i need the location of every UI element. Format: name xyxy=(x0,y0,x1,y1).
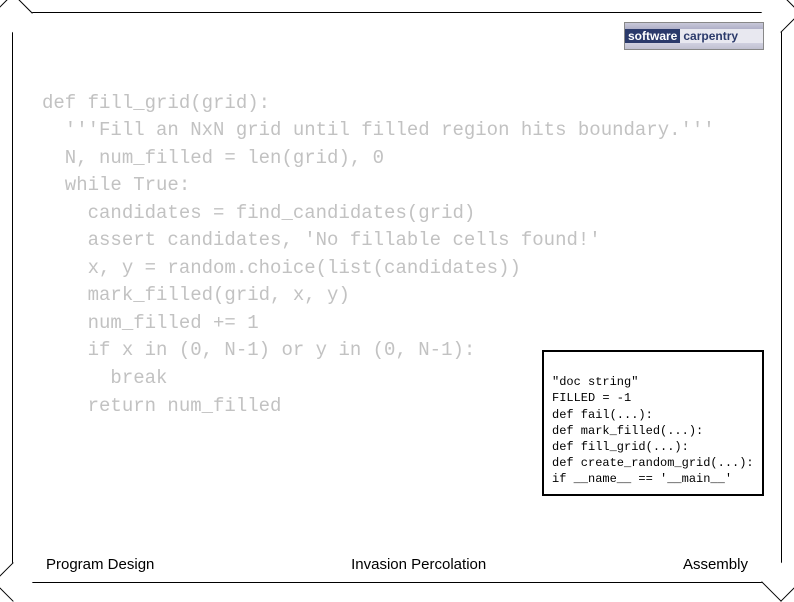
footer-left: Program Design xyxy=(46,556,154,573)
outline-line: def fail(...): xyxy=(552,408,653,422)
code-line: return num_filled xyxy=(42,395,281,417)
logo-bottom-strip xyxy=(625,43,763,49)
outline-line: "doc string" xyxy=(552,375,638,389)
code-line: assert candidates, 'No fillable cells fo… xyxy=(42,229,601,251)
logo-word-software: software xyxy=(625,29,680,43)
outline-line: def fill_grid(...): xyxy=(552,440,689,454)
footer-right: Assembly xyxy=(683,556,748,573)
corner-cut-tl xyxy=(0,0,33,33)
code-line: N, num_filled = len(grid), 0 xyxy=(42,147,384,169)
module-outline-box: "doc string" FILLED = -1 def fail(...): … xyxy=(542,350,764,496)
code-line: mark_filled(grid, x, y) xyxy=(42,284,350,306)
code-line: x, y = random.choice(list(candidates)) xyxy=(42,257,521,279)
footer-center: Invasion Percolation xyxy=(351,556,486,573)
software-carpentry-logo: software carpentry xyxy=(624,22,764,50)
logo-word-carpentry: carpentry xyxy=(680,29,741,43)
code-line: candidates = find_candidates(grid) xyxy=(42,202,475,224)
code-line: num_filled += 1 xyxy=(42,312,259,334)
outline-line: def create_random_grid(...): xyxy=(552,456,754,470)
code-line: break xyxy=(42,367,167,389)
code-line: def fill_grid(grid): xyxy=(42,92,270,114)
outline-line: def mark_filled(...): xyxy=(552,424,703,438)
code-line: if x in (0, N-1) or y in (0, N-1): xyxy=(42,339,475,361)
footer: Program Design Invasion Percolation Asse… xyxy=(0,556,794,573)
code-line: while True: xyxy=(42,174,190,196)
outline-line: FILLED = -1 xyxy=(552,391,631,405)
logo-text: software carpentry xyxy=(625,29,763,43)
code-line: '''Fill an NxN grid until filled region … xyxy=(42,119,715,141)
corner-cut-tr xyxy=(761,0,794,33)
outline-line: if __name__ == '__main__' xyxy=(552,472,732,486)
